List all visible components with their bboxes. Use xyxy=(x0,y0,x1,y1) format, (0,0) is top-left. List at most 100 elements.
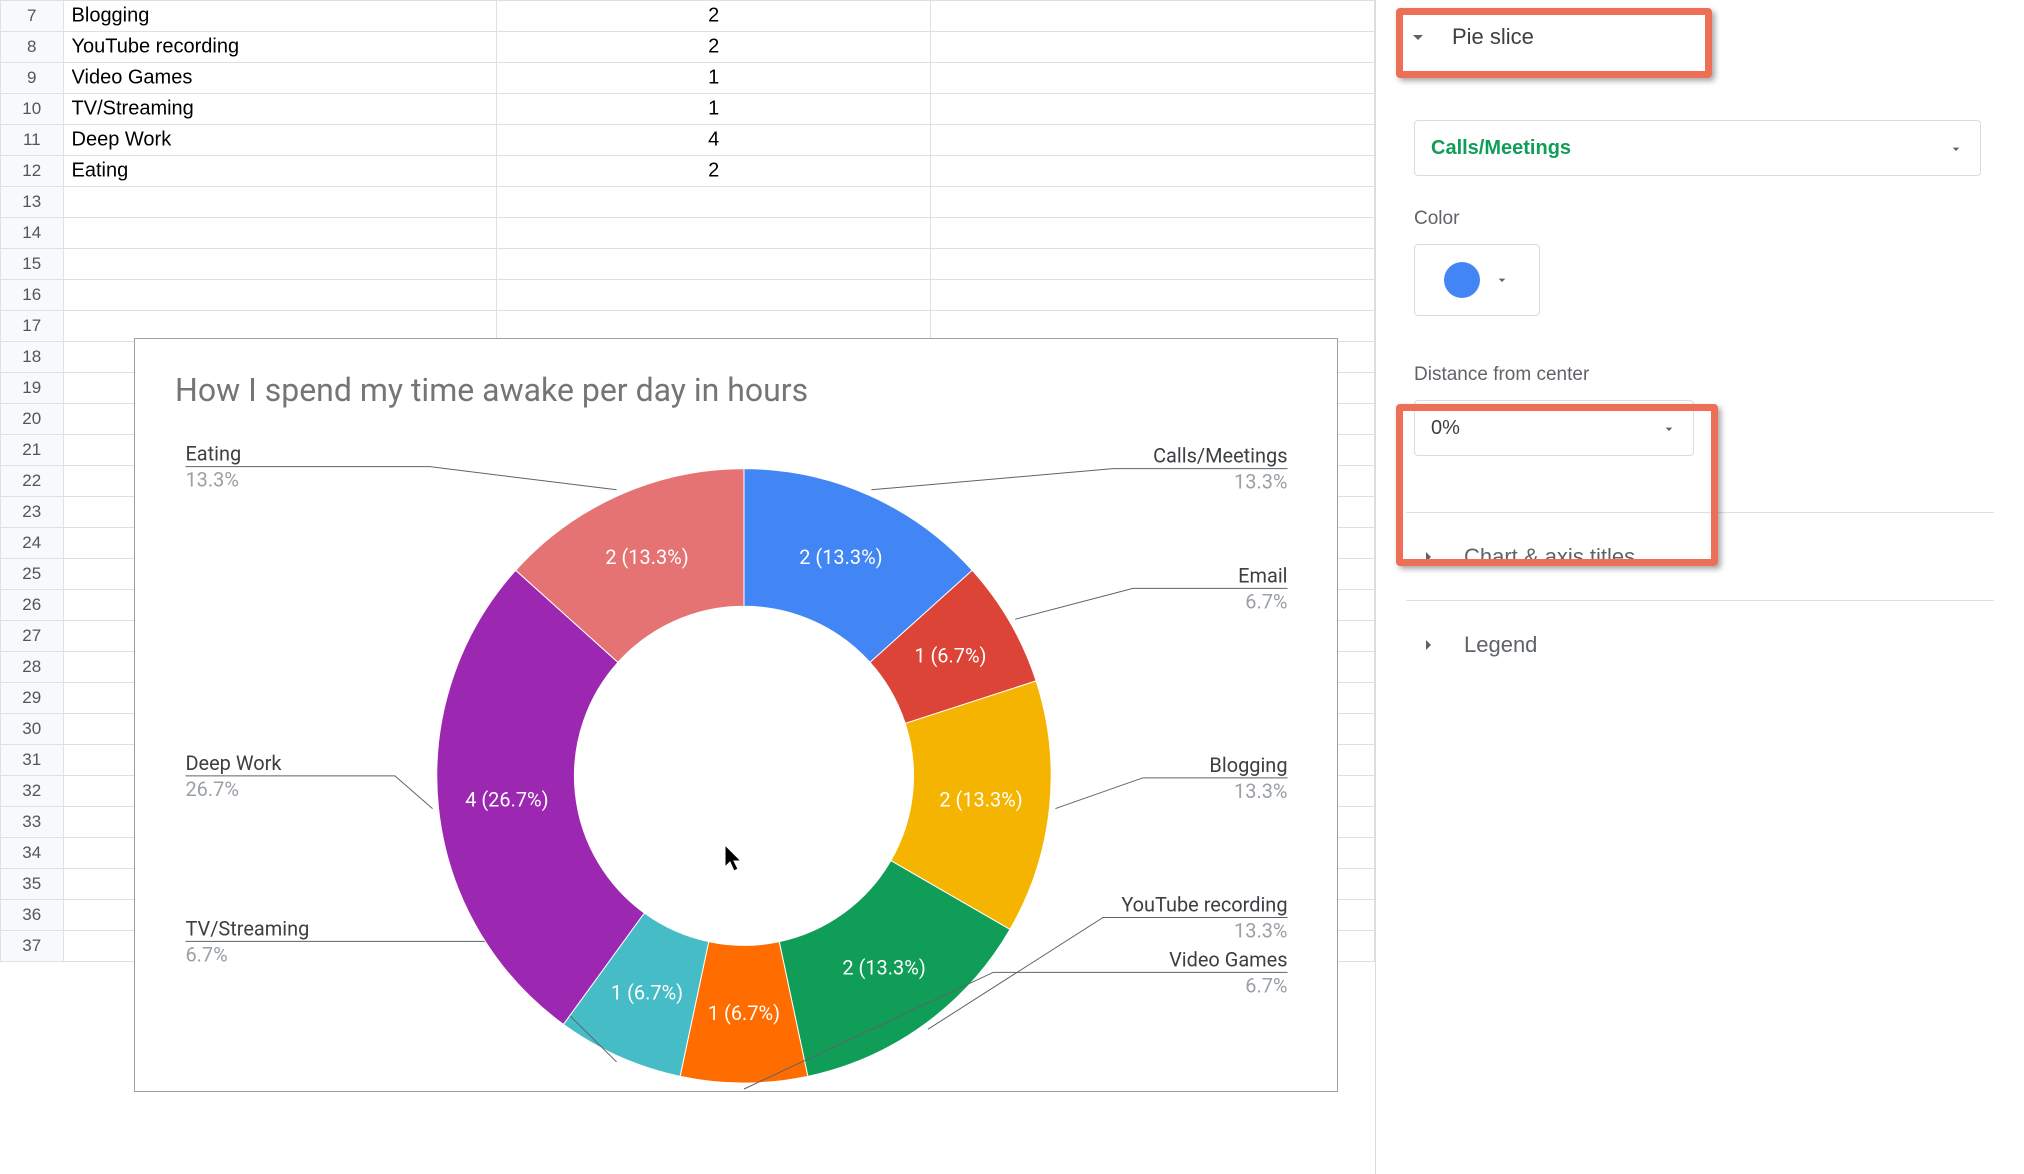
cell[interactable] xyxy=(497,280,931,311)
slice-selector[interactable]: Calls/Meetings xyxy=(1414,120,1981,176)
grid-row[interactable]: 16 xyxy=(1,280,1375,311)
color-picker[interactable] xyxy=(1414,244,1540,316)
row-header[interactable]: 27 xyxy=(1,621,64,652)
cell[interactable] xyxy=(497,249,931,280)
row-header[interactable]: 31 xyxy=(1,745,64,776)
cell[interactable] xyxy=(497,187,931,218)
cell[interactable] xyxy=(497,218,931,249)
row-header[interactable]: 22 xyxy=(1,466,64,497)
cell[interactable]: TV/Streaming xyxy=(63,94,497,125)
cell[interactable]: 2 xyxy=(497,156,931,187)
grid-row[interactable]: 10TV/Streaming1 xyxy=(1,94,1375,125)
cell[interactable] xyxy=(931,125,1375,156)
cell[interactable] xyxy=(931,280,1375,311)
cell[interactable] xyxy=(63,249,497,280)
row-header[interactable]: 32 xyxy=(1,776,64,807)
cell[interactable]: 2 xyxy=(497,1,931,32)
row-header[interactable]: 19 xyxy=(1,373,64,404)
cell[interactable]: Video Games xyxy=(63,63,497,94)
chart-container[interactable]: How I spend my time awake per day in hou… xyxy=(134,338,1338,1092)
distance-dropdown[interactable]: 0% xyxy=(1414,400,1694,456)
cell[interactable]: Deep Work xyxy=(63,125,497,156)
row-header[interactable]: 17 xyxy=(1,311,64,342)
caret-down-icon xyxy=(1948,140,1964,156)
grid-row[interactable]: 12Eating2 xyxy=(1,156,1375,187)
color-label: Color xyxy=(1414,208,1994,230)
chevron-right-icon xyxy=(1416,633,1440,657)
distance-value: 0% xyxy=(1431,417,1460,440)
cell[interactable] xyxy=(63,311,497,342)
grid-row[interactable]: 13 xyxy=(1,187,1375,218)
row-header[interactable]: 20 xyxy=(1,404,64,435)
row-header[interactable]: 36 xyxy=(1,900,64,931)
slice-value-label: 4 (26.7%) xyxy=(465,789,548,812)
cell[interactable]: YouTube recording xyxy=(63,32,497,63)
grid-row[interactable]: 15 xyxy=(1,249,1375,280)
donut-chart[interactable]: 2 (13.3%)Calls/Meetings13.3%1 (6.7%)Emai… xyxy=(135,339,1337,1091)
grid-row[interactable]: 17 xyxy=(1,311,1375,342)
row-header[interactable]: 18 xyxy=(1,342,64,373)
cell[interactable] xyxy=(931,187,1375,218)
cell[interactable] xyxy=(931,32,1375,63)
cell[interactable] xyxy=(931,94,1375,125)
row-header[interactable]: 8 xyxy=(1,32,64,63)
spreadsheet-area: 7Blogging28YouTube recording29Video Game… xyxy=(0,0,1376,1174)
row-header[interactable]: 26 xyxy=(1,590,64,621)
row-header[interactable]: 37 xyxy=(1,931,64,962)
cell[interactable]: Eating xyxy=(63,156,497,187)
cell[interactable] xyxy=(63,280,497,311)
row-header[interactable]: 14 xyxy=(1,218,64,249)
cell[interactable]: 4 xyxy=(497,125,931,156)
cell[interactable] xyxy=(931,1,1375,32)
leader-line xyxy=(185,467,616,490)
slice-value-label: 2 (13.3%) xyxy=(605,546,688,569)
row-header[interactable]: 30 xyxy=(1,714,64,745)
distance-label: Distance from center xyxy=(1414,364,1994,386)
cell[interactable]: Blogging xyxy=(63,1,497,32)
row-header[interactable]: 15 xyxy=(1,249,64,280)
grid-row[interactable]: 7Blogging2 xyxy=(1,1,1375,32)
chart-axis-titles-section[interactable]: Chart & axis titles xyxy=(1406,512,1994,576)
caret-down-icon xyxy=(1494,272,1510,288)
row-header[interactable]: 35 xyxy=(1,869,64,900)
grid-row[interactable]: 11Deep Work4 xyxy=(1,125,1375,156)
row-header[interactable]: 23 xyxy=(1,497,64,528)
cell[interactable] xyxy=(931,63,1375,94)
cell[interactable]: 1 xyxy=(497,63,931,94)
pie-slice-section[interactable]: Pie slice xyxy=(1406,0,1994,64)
cell[interactable] xyxy=(497,311,931,342)
row-header[interactable]: 10 xyxy=(1,94,64,125)
row-header[interactable]: 9 xyxy=(1,63,64,94)
row-header[interactable]: 13 xyxy=(1,187,64,218)
cell[interactable] xyxy=(63,187,497,218)
selected-slice-name: Calls/Meetings xyxy=(1431,137,1571,160)
cell[interactable] xyxy=(63,218,497,249)
row-header[interactable]: 34 xyxy=(1,838,64,869)
cell[interactable] xyxy=(931,311,1375,342)
grid-row[interactable]: 9Video Games1 xyxy=(1,63,1375,94)
row-header[interactable]: 16 xyxy=(1,280,64,311)
grid-row[interactable]: 14 xyxy=(1,218,1375,249)
row-header[interactable]: 11 xyxy=(1,125,64,156)
cell[interactable] xyxy=(931,218,1375,249)
cell[interactable] xyxy=(931,156,1375,187)
row-header[interactable]: 28 xyxy=(1,652,64,683)
cell[interactable]: 2 xyxy=(497,32,931,63)
chart-editor-sidebar: Pie slice Calls/Meetings Color Distance … xyxy=(1376,0,2024,1174)
cell[interactable]: 1 xyxy=(497,94,931,125)
row-header[interactable]: 24 xyxy=(1,528,64,559)
cell[interactable] xyxy=(931,249,1375,280)
caret-down-icon xyxy=(1661,420,1677,436)
slice-value-label: 1 (6.7%) xyxy=(914,645,986,668)
row-header[interactable]: 33 xyxy=(1,807,64,838)
chart-axis-titles-label: Chart & axis titles xyxy=(1464,544,1635,570)
legend-section[interactable]: Legend xyxy=(1406,600,1994,664)
row-header[interactable]: 21 xyxy=(1,435,64,466)
row-header[interactable]: 7 xyxy=(1,1,64,32)
row-header[interactable]: 29 xyxy=(1,683,64,714)
row-header[interactable]: 12 xyxy=(1,156,64,187)
leader-line xyxy=(871,469,1287,490)
grid-row[interactable]: 8YouTube recording2 xyxy=(1,32,1375,63)
row-header[interactable]: 25 xyxy=(1,559,64,590)
chevron-down-icon xyxy=(1406,25,1430,49)
